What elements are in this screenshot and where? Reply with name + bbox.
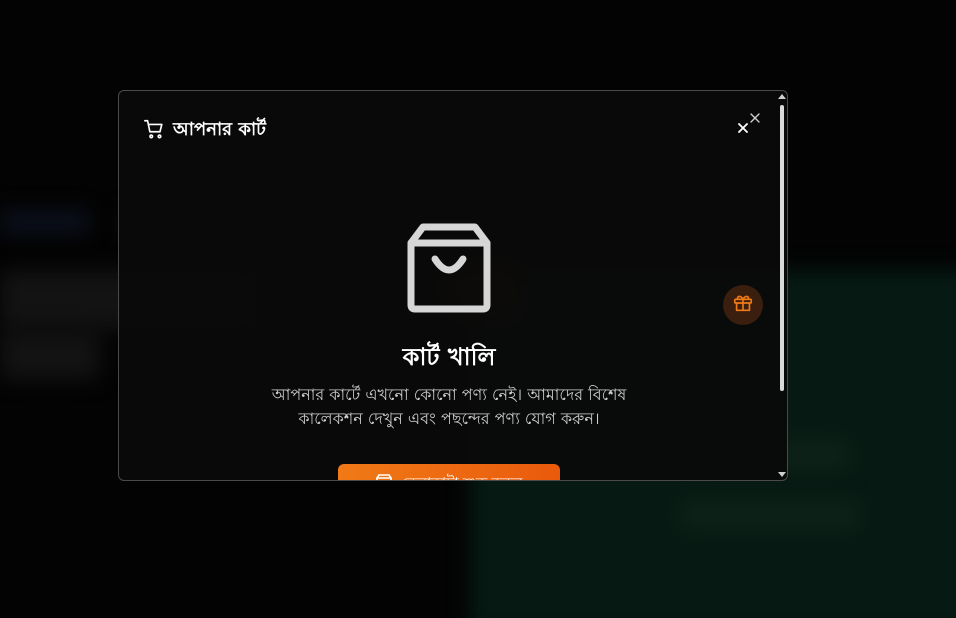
scroll-up-arrow-icon[interactable] [778,94,786,99]
modal-scrollbar[interactable] [777,91,787,480]
shopping-bag-icon [407,221,491,317]
cart-title: আপনার কার্ট [173,119,266,140]
bag-icon [375,473,392,480]
close-button[interactable] [734,119,752,137]
empty-cart-message: আপনার কার্টে এখনো কোনো পণ্য নেই। আমাদের … [271,385,627,428]
start-shopping-label: কেনাকাটা শুরু করুন [402,472,523,481]
cart-modal: আপনার কার্ট কার্ট খালি আপনার কার্টে এখনো… [118,90,788,481]
scroll-down-arrow-icon[interactable] [778,472,786,477]
shopping-cart-icon [143,118,165,144]
gift-icon [732,292,754,318]
gift-button[interactable] [723,285,763,325]
start-shopping-button[interactable]: কেনাকাটা শুরু করুন [338,464,560,481]
scroll-thumb[interactable] [780,105,784,391]
empty-cart-title: কার্ট খালি [402,343,496,371]
cart-header: আপনার কার্ট [143,115,266,146]
